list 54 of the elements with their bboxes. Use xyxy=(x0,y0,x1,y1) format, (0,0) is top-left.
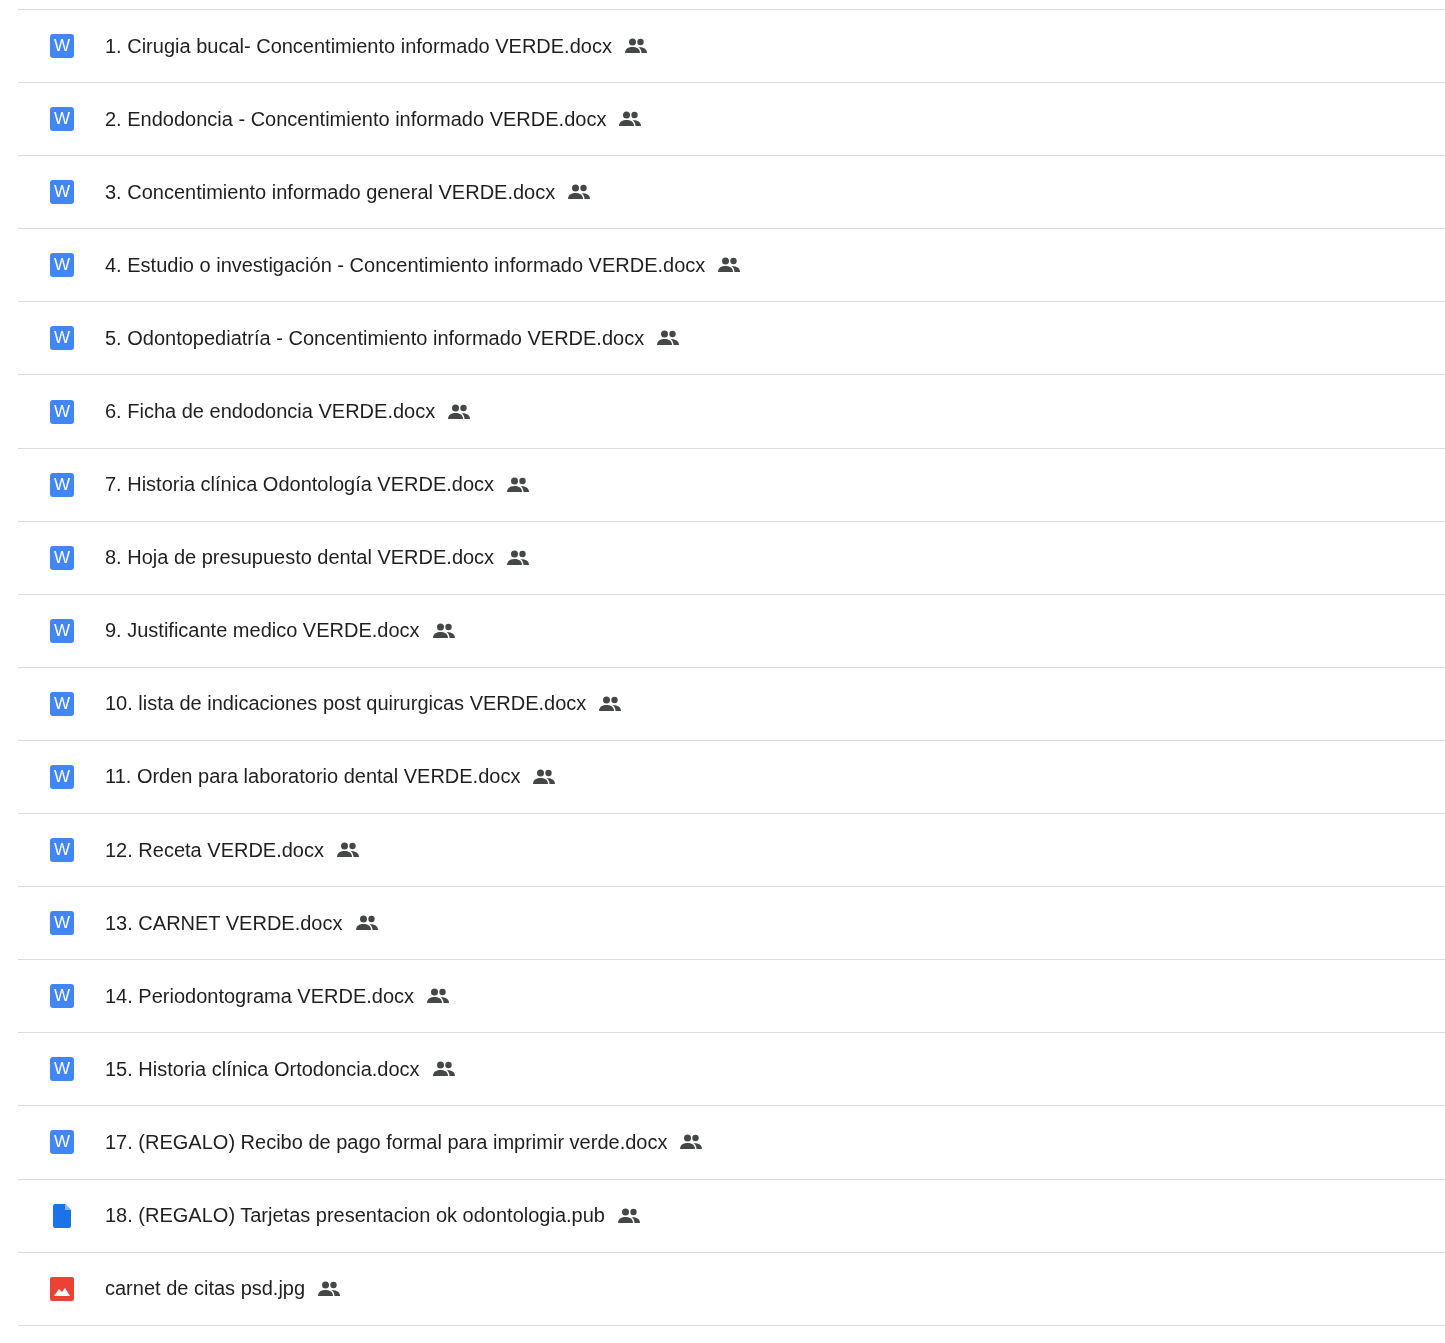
file-name: 14. Periodontograma VERDE.docx xyxy=(105,984,415,1008)
file-row[interactable]: W 1. Cirugia bucal- Concentimiento informado VERDE.docx xyxy=(18,9,1445,83)
image-icon xyxy=(50,1276,74,1301)
file-name: 17. (REGALO) Recibo de pago formal para imprimir verde.docx xyxy=(105,1130,668,1154)
word-document-icon: W xyxy=(50,765,74,789)
word-document-icon: W xyxy=(50,34,74,59)
file-name: 18. (REGALO) Tarjetas presentacion ok odontologia.pub xyxy=(105,1204,605,1228)
file-name: 3. Concentimiento informado general VERDE.docx xyxy=(105,180,556,204)
file-name: 4. Estudio o investigación - Concentimiento informado VERDE.docx xyxy=(105,253,706,277)
word-document-icon: W xyxy=(50,1130,74,1155)
file-row[interactable]: W 7. Historia clínica Odontología VERDE.docx xyxy=(18,447,1445,521)
word-document-icon: W xyxy=(50,984,74,1009)
file-row[interactable]: W 3. Concentimiento informado general VERDE.docx xyxy=(18,155,1445,229)
word-document-icon: W xyxy=(50,618,74,643)
file-row[interactable]: W 4. Estudio o investigación - Concentimiento informado VERDE.docx xyxy=(18,228,1445,302)
file-name: 10. lista de indicaciones post quirurgicas VERDE.docx xyxy=(105,692,587,716)
file-row[interactable]: 18. (REGALO) Tarjetas presentacion ok odontologia.pub xyxy=(18,1178,1445,1252)
word-document-icon: W xyxy=(50,253,74,278)
word-document-icon: W xyxy=(50,1057,74,1082)
word-document-icon: W xyxy=(50,472,74,497)
file-name: 5. Odontopediatría - Concentimiento informado VERDE.docx xyxy=(105,326,645,350)
file-name: 12. Receta VERDE.docx xyxy=(105,838,324,862)
file-name: 9. Justificante medico VERDE.docx xyxy=(105,619,420,643)
file-name: 8. Hoja de presupuesto dental VERDE.docx xyxy=(105,546,495,570)
word-document-icon: W xyxy=(50,180,74,205)
file-row[interactable]: W 11. Orden para laboratorio dental VERDE.docx xyxy=(18,739,1445,814)
file-name: 2. Endodoncia - Concentimiento informado VERDE.docx xyxy=(105,107,607,131)
word-document-icon: W xyxy=(50,911,74,936)
word-document-icon: W xyxy=(50,107,74,132)
file-name: carnet de citas psd.jpg xyxy=(105,1277,306,1301)
document-icon xyxy=(52,1203,72,1228)
file-row[interactable]: W 17. (REGALO) Recibo de pago formal para imprimir verde.docx xyxy=(18,1105,1445,1179)
file-row[interactable]: W 13. CARNET VERDE.docx xyxy=(18,886,1445,960)
file-name: 6. Ficha de endodoncia VERDE.docx xyxy=(105,400,436,423)
file-row[interactable]: W 6. Ficha de endodoncia VERDE.docx xyxy=(18,374,1445,448)
file-row[interactable]: W 10. lista de indicaciones post quirurgicas VERDE.docx xyxy=(18,666,1445,740)
word-document-icon: W xyxy=(50,399,74,424)
file-name: 7. Historia clínica Odontología VERDE.docx xyxy=(105,473,495,497)
word-document-icon: W xyxy=(50,691,74,716)
file-row[interactable]: W 12. Receta VERDE.docx xyxy=(18,813,1445,887)
file-row[interactable]: W 14. Periodontograma VERDE.docx xyxy=(18,959,1445,1033)
word-document-icon: W xyxy=(50,326,74,351)
word-document-icon: W xyxy=(50,838,74,863)
file-name: 15. Historia clínica Ortodoncia.docx xyxy=(105,1057,420,1081)
file-row[interactable]: W 2. Endodoncia - Concentimiento informado VERDE.docx xyxy=(18,82,1445,156)
file-name: 11. Orden para laboratorio dental VERDE.docx xyxy=(105,765,521,789)
file-name: 13. CARNET VERDE.docx xyxy=(105,911,343,935)
word-document-icon: W xyxy=(50,545,74,570)
file-name: 1. Cirugia bucal- Concentimiento informado VERDE.docx xyxy=(105,34,612,58)
file-row[interactable]: W 8. Hoja de presupuesto dental VERDE.docx xyxy=(18,520,1445,594)
file-row[interactable]: W 15. Historia clínica Ortodoncia.docx xyxy=(18,1032,1445,1106)
file-row[interactable]: W 9. Justificante medico VERDE.docx xyxy=(18,593,1445,667)
file-row[interactable]: W 5. Odontopediatría - Concentimiento informado VERDE.docx xyxy=(18,301,1445,375)
file-row[interactable]: carnet de citas psd.jpg xyxy=(18,1251,1445,1326)
